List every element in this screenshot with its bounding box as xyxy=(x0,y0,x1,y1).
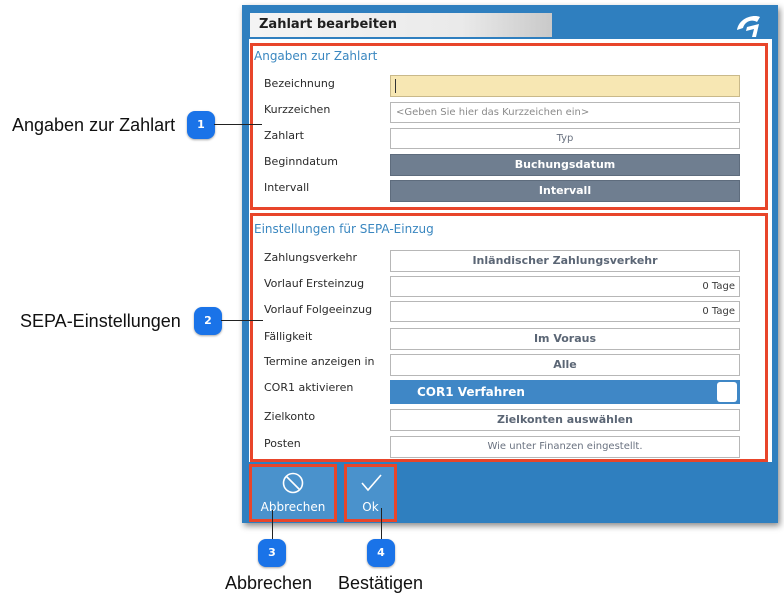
callout-badge-3: 3 xyxy=(258,539,286,567)
label-posten: Posten xyxy=(264,437,301,450)
zahlart-select[interactable]: Typ xyxy=(390,128,740,149)
callout-badge-2: 2 xyxy=(194,307,222,335)
buchungsdatum-button[interactable]: Buchungsdatum xyxy=(390,154,740,176)
label-zahlungsverkehr: Zahlungsverkehr xyxy=(264,251,358,264)
label-beginndatum: Beginndatum xyxy=(264,155,339,168)
callout-text-1: Angaben zur Zahlart xyxy=(12,115,176,135)
label-kurzzeichen: Kurzzeichen xyxy=(264,103,331,116)
callout-badge-4: 4 xyxy=(367,539,395,567)
zielkonten-button[interactable]: Zielkonten auswählen xyxy=(390,409,740,431)
callout-text-2: SEPA-Einstellungen xyxy=(20,311,181,331)
cancel-highlight xyxy=(249,464,337,522)
dialog-title: Zahlart bearbeiten xyxy=(259,17,398,32)
callout-line-3 xyxy=(272,510,273,540)
label-faelligkeit: Fälligkeit xyxy=(264,330,313,343)
callout-line-2 xyxy=(221,320,263,321)
callout-badge-1: 1 xyxy=(187,111,215,139)
callout-line-1 xyxy=(214,124,262,125)
cor1-checkbox[interactable] xyxy=(717,382,737,402)
cor1-toggle[interactable]: COR1 Verfahren xyxy=(390,380,740,404)
callout-line-4 xyxy=(381,508,382,540)
ok-highlight xyxy=(344,464,397,522)
label-bezeichnung: Bezeichnung xyxy=(264,77,335,90)
text-cursor xyxy=(395,79,396,93)
zahlungsverkehr-select[interactable]: Inländischer Zahlungsverkehr xyxy=(390,250,740,272)
callout-text-4: Bestätigen xyxy=(338,573,424,593)
label-zahlart: Zahlart xyxy=(264,129,304,142)
label-intervall: Intervall xyxy=(264,181,310,194)
section1-heading: Angaben zur Zahlart xyxy=(254,49,378,63)
vorlauf-ersteinzug-input[interactable]: 0 Tage xyxy=(390,276,740,297)
app-logo-icon xyxy=(733,10,765,40)
bezeichnung-input[interactable] xyxy=(390,75,740,97)
section2-heading: Einstellungen für SEPA-Einzug xyxy=(254,222,434,236)
cor1-toggle-label: COR1 Verfahren xyxy=(417,385,525,399)
termine-anzeigen-select[interactable]: Alle xyxy=(390,354,740,376)
label-zielkonto: Zielkonto xyxy=(264,410,316,423)
faelligkeit-select[interactable]: Im Voraus xyxy=(390,328,740,350)
intervall-button[interactable]: Intervall xyxy=(390,180,740,202)
vorlauf-folgeeinzug-input[interactable]: 0 Tage xyxy=(390,301,740,322)
label-vorlauf-folgeeinzug: Vorlauf Folgeeinzug xyxy=(264,303,373,316)
kurzzeichen-input[interactable]: <Geben Sie hier das Kurzzeichen ein> xyxy=(390,102,740,123)
label-termine-anzeigen: Termine anzeigen in xyxy=(264,355,375,368)
posten-select[interactable]: Wie unter Finanzen eingestellt. xyxy=(390,436,740,458)
label-cor1-aktivieren: COR1 aktivieren xyxy=(264,381,354,394)
callout-text-3: Abbrechen xyxy=(225,573,313,593)
label-vorlauf-ersteinzug: Vorlauf Ersteinzug xyxy=(264,277,365,290)
